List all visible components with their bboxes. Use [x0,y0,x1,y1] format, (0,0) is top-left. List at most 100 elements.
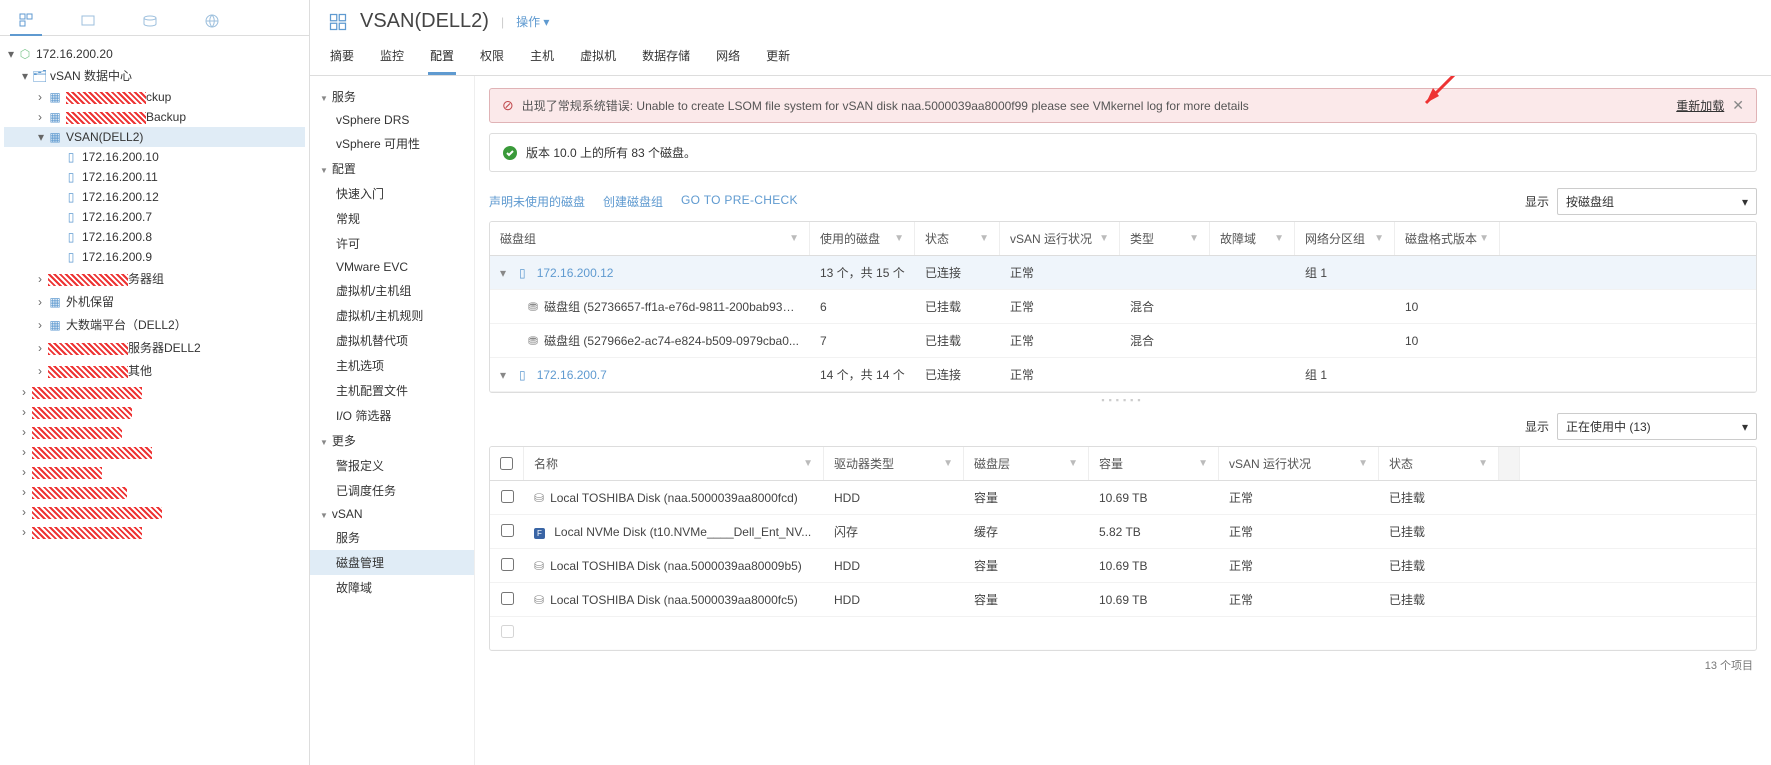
cfg-item[interactable]: 常规 [310,206,474,231]
tree-item-obscured[interactable]: ›▦大数端平台（DELL2） [4,313,305,336]
cfg-item[interactable]: 主机配置文件 [310,378,474,403]
select-all-checkbox[interactable] [500,457,513,470]
filter-icon[interactable]: ▼ [1358,458,1368,469]
tab-hosts[interactable]: 主机 [528,39,556,75]
tree-item-obscured[interactable]: ›务器组 [4,267,305,290]
cfg-item[interactable]: 主机选项 [310,353,474,378]
filter-icon[interactable]: ▼ [1478,458,1488,469]
tree-host[interactable]: ▯172.16.200.9 [4,247,305,267]
hosts-clusters-tab-icon[interactable] [10,8,42,36]
th-vsan[interactable]: vSAN 运行状况▼ [1000,222,1120,255]
cfg-group-config[interactable]: 配置 [310,156,474,181]
th-fmt[interactable]: 磁盘格式版本▼ [1395,222,1500,255]
th-net[interactable]: 网络分区组▼ [1295,222,1395,255]
filter-icon[interactable]: ▼ [1274,233,1284,244]
cfg-item[interactable]: 虚拟机替代项 [310,328,474,353]
host-link[interactable]: 172.16.200.7 [537,368,607,382]
reload-link[interactable]: 重新加载 [1676,97,1724,114]
cfg-item[interactable]: 快速入门 [310,181,474,206]
th-drive-type[interactable]: 驱动器类型▼ [824,447,964,480]
expand-icon[interactable]: ▾ [500,266,512,280]
network-tab-icon[interactable] [196,9,228,35]
host-link[interactable]: 172.16.200.12 [537,266,614,280]
filter-icon[interactable]: ▼ [1068,458,1078,469]
precheck-link[interactable]: GO TO PRE-CHECK [681,193,798,210]
filter-icon[interactable]: ▼ [1189,233,1199,244]
close-icon[interactable]: ✕ [1732,97,1744,114]
tree-item-obscured[interactable]: › [4,402,305,422]
tab-networks[interactable]: 网络 [714,39,742,75]
tree-item-obscured[interactable]: › [4,422,305,442]
tab-summary[interactable]: 摘要 [328,39,356,75]
cfg-item[interactable]: VMware EVC [310,256,474,278]
cfg-item[interactable]: 警报定义 [310,453,474,478]
th-used[interactable]: 使用的磁盘▼ [810,222,915,255]
tab-configure[interactable]: 配置 [428,39,456,75]
tree-item-obscured[interactable]: › [4,462,305,482]
cfg-item[interactable]: 已调度任务 [310,478,474,503]
th-vsan-health[interactable]: vSAN 运行状况▼ [1219,447,1379,480]
cfg-group-services[interactable]: 服务 [310,84,474,109]
filter-icon[interactable]: ▼ [1479,233,1489,244]
tree-item-obscured[interactable]: ›其他 [4,359,305,382]
th-state[interactable]: 状态▼ [1379,447,1499,480]
tree-host[interactable]: ▯172.16.200.8 [4,227,305,247]
table-row[interactable]: ⛁Local TOSHIBA Disk (naa.5000039aa80009b… [490,549,1756,583]
table-row[interactable]: ⛁Local TOSHIBA Disk (naa.5000039aa8000fc… [490,583,1756,617]
tree-item-obscured[interactable]: › [4,442,305,462]
tree-item-obscured[interactable]: › [4,502,305,522]
splitter-handle[interactable]: ▪▪▪▪▪▪ [489,393,1757,407]
filter-icon[interactable]: ▼ [979,233,989,244]
filter-icon[interactable]: ▼ [1198,458,1208,469]
tree-item-obscured[interactable]: › [4,482,305,502]
tree-host[interactable]: ▯172.16.200.10 [4,147,305,167]
cfg-item[interactable]: 服务 [310,525,474,550]
cfg-item[interactable]: 故障域 [310,575,474,600]
tab-datastores[interactable]: 数据存储 [640,39,692,75]
cfg-item[interactable]: I/O 筛选器 [310,403,474,428]
claim-disks-link[interactable]: 声明未使用的磁盘 [489,193,585,210]
tree-dc[interactable]: ▾🗂vSAN 数据中心 [4,64,305,87]
row-checkbox[interactable] [501,625,514,638]
table-row[interactable]: ⛃磁盘组 (527966e2-ac74-e824-b509-0979cba0..… [490,324,1756,358]
tree-cluster-obscured[interactable]: ›▦ckup [4,87,305,107]
table-row[interactable]: ▾ ▯ 172.16.200.12 13 个，共 15 个 已连接 正常 组 1 [490,256,1756,290]
row-checkbox[interactable] [501,490,514,503]
th-type[interactable]: 类型▼ [1120,222,1210,255]
filter-icon[interactable]: ▼ [1374,233,1384,244]
create-diskgroup-link[interactable]: 创建磁盘组 [603,193,663,210]
table-row[interactable]: ⛃磁盘组 (52736657-ff1a-e76d-9811-200bab933f… [490,290,1756,324]
tree-item-obscured[interactable]: › [4,382,305,402]
tab-updates[interactable]: 更新 [764,39,792,75]
th-name[interactable]: 名称▼ [524,447,824,480]
th-capacity[interactable]: 容量▼ [1089,447,1219,480]
tree-host[interactable]: ▯172.16.200.11 [4,167,305,187]
tab-monitor[interactable]: 监控 [378,39,406,75]
th-diskgroup[interactable]: 磁盘组▼ [490,222,810,255]
storage-tab-icon[interactable] [134,9,166,35]
table-row[interactable]: ⛁Local TOSHIBA Disk (naa.5000039aa8000fc… [490,481,1756,515]
vms-tab-icon[interactable] [72,9,104,35]
cfg-item[interactable]: 许可 [310,231,474,256]
cfg-item[interactable]: vSphere 可用性 [310,131,474,156]
tab-permissions[interactable]: 权限 [478,39,506,75]
tree-cluster-selected[interactable]: ▾▦VSAN(DELL2) [4,127,305,147]
cfg-group-more[interactable]: 更多 [310,428,474,453]
cfg-item[interactable]: 虚拟机/主机规则 [310,303,474,328]
expand-icon[interactable]: ▾ [500,368,512,382]
disk-show-select[interactable]: 正在使用中 (13)▾ [1557,413,1757,440]
table-row[interactable]: F Local NVMe Disk (t10.NVMe____Dell_Ent_… [490,515,1756,549]
filter-icon[interactable]: ▼ [803,458,813,469]
tree-item-obscured[interactable]: ›服务器DELL2 [4,336,305,359]
show-select[interactable]: 按磁盘组▾ [1557,188,1757,215]
table-row[interactable]: ▾ ▯ 172.16.200.7 14 个，共 14 个 已连接 正常 组 1 [490,358,1756,392]
th-state[interactable]: 状态▼ [915,222,1000,255]
th-tier[interactable]: 磁盘层▼ [964,447,1089,480]
tree-item-obscured[interactable]: › [4,522,305,542]
row-checkbox[interactable] [501,524,514,537]
tree-host[interactable]: ▯172.16.200.12 [4,187,305,207]
filter-icon[interactable]: ▼ [943,458,953,469]
th-fault[interactable]: 故障域▼ [1210,222,1295,255]
tab-vms[interactable]: 虚拟机 [578,39,618,75]
table-row[interactable] [490,617,1756,650]
